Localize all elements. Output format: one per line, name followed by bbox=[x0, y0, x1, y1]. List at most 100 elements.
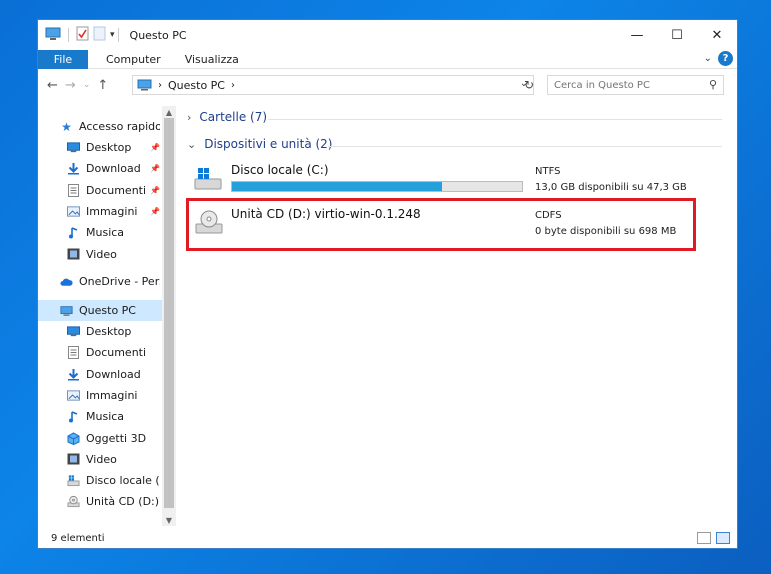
scrollbar-thumb[interactable] bbox=[164, 118, 174, 508]
expand-ribbon-icon[interactable]: ⌄ bbox=[704, 53, 712, 64]
group-header-devices[interactable]: ⌄ Dispositivi e unità (2) bbox=[187, 137, 333, 151]
sidebar-item-label: Documenti bbox=[86, 346, 147, 360]
group-divider bbox=[268, 119, 722, 120]
pin-icon: 📌 bbox=[150, 206, 160, 216]
help-icon[interactable]: ? bbox=[718, 51, 733, 66]
3d-objects-icon bbox=[67, 431, 80, 445]
sidebar-item-quick-access[interactable]: ★ Accesso rapido bbox=[60, 116, 160, 137]
drive-space: 13,0 GB disponibili su 47,3 GB bbox=[535, 182, 687, 193]
navigation-bar: ← → ⌄ ↑ › Questo PC › ⌄ ↻ ⚲ bbox=[38, 71, 737, 99]
drive-icon bbox=[67, 474, 80, 487]
sidebar-item-label: Oggetti 3D bbox=[86, 431, 147, 445]
sidebar-item-documenti[interactable]: Documenti 📌 bbox=[67, 180, 160, 201]
download-icon bbox=[67, 162, 80, 175]
computer-icon bbox=[60, 304, 73, 317]
scroll-down-icon[interactable]: ▼ bbox=[162, 514, 176, 526]
properties-icon[interactable] bbox=[76, 26, 89, 44]
sidebar-item-musica[interactable]: Musica bbox=[67, 222, 160, 243]
tiles-view-button[interactable] bbox=[716, 532, 730, 544]
drive-name: Disco locale (C:) bbox=[231, 163, 329, 177]
breadcrumb-separator[interactable]: › bbox=[231, 80, 235, 91]
chevron-right-icon[interactable]: › bbox=[187, 111, 191, 124]
refresh-icon[interactable]: ↻ bbox=[522, 75, 536, 95]
sidebar-item-label: Musica bbox=[86, 226, 125, 240]
sidebar-item-label: Disco locale (C:) bbox=[86, 474, 160, 488]
sidebar-item-label: Musica bbox=[86, 410, 125, 424]
search-box[interactable]: ⚲ bbox=[547, 75, 724, 95]
breadcrumb-separator[interactable]: › bbox=[158, 80, 162, 91]
sidebar-item-label: Documenti bbox=[86, 183, 147, 197]
window-title: Questo PC bbox=[129, 28, 187, 42]
pin-icon: 📌 bbox=[150, 185, 160, 195]
video-icon bbox=[67, 248, 80, 261]
search-input[interactable] bbox=[554, 79, 704, 91]
scroll-up-icon[interactable]: ▲ bbox=[162, 106, 176, 118]
sidebar-item-label: Video bbox=[86, 452, 117, 466]
search-icon[interactable]: ⚲ bbox=[709, 78, 717, 91]
explorer-window: ▾ Questo PC — ☐ ✕ File Computer Visualiz… bbox=[38, 20, 737, 548]
forward-arrow-icon[interactable]: → bbox=[65, 78, 76, 93]
sidebar-scrollbar[interactable]: ▲ ▼ bbox=[162, 106, 176, 526]
sidebar-item-pc-immagini[interactable]: Immagini bbox=[67, 385, 160, 406]
cd-drive-icon bbox=[67, 495, 80, 508]
navigation-pane: ★ Accesso rapido Desktop 📌 Download 📌 Docume… bbox=[38, 106, 176, 526]
sidebar-item-label: Immagini bbox=[86, 204, 138, 218]
breadcrumb-item[interactable]: Questo PC bbox=[168, 79, 225, 92]
sidebar-item-label: Desktop bbox=[86, 325, 132, 338]
sidebar-item-pc-documenti[interactable]: Documenti bbox=[67, 342, 160, 363]
pictures-icon bbox=[67, 205, 80, 218]
desktop-icon bbox=[67, 141, 80, 154]
sidebar-item-immagini[interactable]: Immagini 📌 bbox=[67, 201, 160, 222]
sidebar-item-pc-musica[interactable]: Musica bbox=[67, 406, 160, 427]
group-header-folders[interactable]: › Cartelle (7) bbox=[187, 110, 267, 124]
title-bar: ▾ Questo PC — ☐ ✕ bbox=[38, 20, 737, 50]
back-arrow-icon[interactable]: ← bbox=[47, 78, 58, 93]
computer-icon[interactable] bbox=[45, 27, 61, 44]
pin-icon: 📌 bbox=[150, 143, 160, 152]
quick-access-toolbar: ▾ bbox=[45, 26, 115, 44]
tab-file[interactable]: File bbox=[38, 49, 88, 69]
sidebar-item-this-pc[interactable]: Questo PC bbox=[38, 300, 162, 321]
sidebar-item-pc-video[interactable]: Video bbox=[67, 449, 160, 470]
sidebar-item-label: Download bbox=[86, 162, 141, 176]
documents-icon bbox=[67, 183, 80, 197]
sidebar-item-pc-disco-locale-c[interactable]: Disco locale (C:) bbox=[67, 470, 160, 491]
sidebar-item-pc-download[interactable]: Download bbox=[67, 364, 160, 385]
tab-visualizza[interactable]: Visualizza bbox=[173, 53, 251, 66]
maximize-button[interactable]: ☐ bbox=[657, 20, 697, 50]
video-icon bbox=[67, 453, 80, 466]
group-divider bbox=[328, 146, 722, 147]
sidebar-item-onedrive[interactable]: OneDrive - Person bbox=[60, 271, 160, 292]
recent-locations-icon[interactable]: ⌄ bbox=[83, 80, 91, 90]
tab-computer[interactable]: Computer bbox=[94, 53, 173, 66]
item-count: 9 elementi bbox=[51, 532, 105, 544]
sidebar-item-video[interactable]: Video bbox=[67, 244, 160, 265]
download-icon bbox=[67, 368, 80, 381]
star-icon: ★ bbox=[61, 119, 72, 134]
sidebar-item-label: Video bbox=[86, 247, 117, 261]
cloud-icon bbox=[60, 275, 73, 288]
up-arrow-icon[interactable]: ↑ bbox=[97, 78, 108, 93]
pin-icon: 📌 bbox=[150, 164, 160, 174]
drive-icon bbox=[194, 168, 222, 190]
sidebar-item-pc-unit-cd-d-virt[interactable]: Unità CD (D:) virt bbox=[67, 491, 160, 512]
music-icon bbox=[67, 410, 80, 423]
chevron-down-icon[interactable]: ⌄ bbox=[187, 138, 196, 151]
new-folder-icon[interactable] bbox=[93, 26, 106, 44]
sidebar-item-label: Download bbox=[86, 367, 141, 381]
drive-usage-fill bbox=[232, 182, 443, 191]
sidebar-item-desktop[interactable]: Desktop 📌 bbox=[67, 137, 160, 158]
sidebar-item-label: Desktop bbox=[86, 141, 132, 154]
address-bar[interactable]: › Questo PC › ⌄ bbox=[132, 75, 534, 95]
close-button[interactable]: ✕ bbox=[697, 20, 737, 50]
minimize-button[interactable]: — bbox=[617, 20, 657, 50]
desktop-icon bbox=[67, 325, 80, 338]
drive-filesystem: NTFS bbox=[535, 166, 561, 177]
sidebar-item-pc-oggetti-3d[interactable]: Oggetti 3D bbox=[67, 428, 160, 449]
details-view-button[interactable] bbox=[697, 532, 711, 544]
sidebar-item-download[interactable]: Download 📌 bbox=[67, 158, 160, 179]
sidebar-item-pc-desktop[interactable]: Desktop bbox=[67, 321, 160, 342]
customize-toolbar-icon[interactable]: ▾ bbox=[110, 30, 115, 40]
computer-icon bbox=[137, 79, 152, 91]
music-icon bbox=[67, 226, 80, 239]
